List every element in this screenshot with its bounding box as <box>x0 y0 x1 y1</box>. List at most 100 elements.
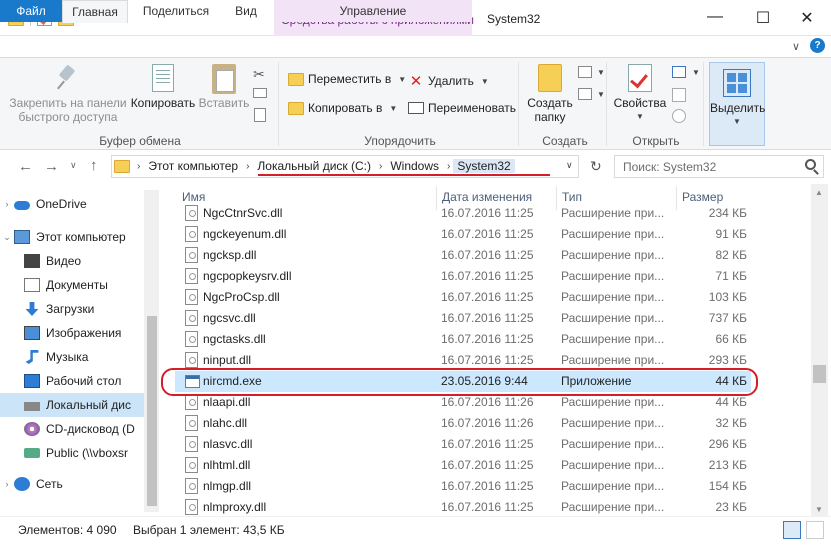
open-icon[interactable] <box>672 66 686 78</box>
copy-button[interactable]: Копировать <box>128 64 198 110</box>
table-row[interactable]: ngcsvc.dll 16.07.2016 11:25 Расширение при… <box>175 308 751 329</box>
nav-item-onedrive[interactable]: › OneDrive <box>0 192 144 216</box>
table-row[interactable]: nlmproxy.dll 16.07.2016 11:25 Расширение п… <box>175 497 751 518</box>
column-header-size[interactable]: Размер <box>682 190 723 204</box>
maximize-button[interactable]: ☐ <box>748 8 778 28</box>
table-row[interactable]: nlmgp.dll 16.07.2016 11:25 Расширение при.… <box>175 476 751 497</box>
copy-path-icon[interactable] <box>253 88 267 98</box>
search-placeholder: Поиск: System32 <box>623 160 717 174</box>
pin-icon <box>56 64 80 92</box>
dll-file-icon <box>185 331 198 347</box>
chevron-right-icon[interactable]: › <box>376 161 385 172</box>
images-icon <box>24 326 40 340</box>
breadcrumb-windows[interactable]: Windows <box>385 159 444 173</box>
group-label-clipboard: Буфер обмена <box>99 134 181 148</box>
dll-file-icon <box>185 394 198 410</box>
chevron-down-icon[interactable]: ⌄ <box>0 232 14 243</box>
breadcrumb-this-pc[interactable]: Этот компьютер <box>143 159 243 173</box>
column-header-type[interactable]: Тип <box>562 190 582 204</box>
delete-label: Удалить <box>428 74 474 88</box>
table-row[interactable]: ngctasks.dll 16.07.2016 11:25 Расширение п… <box>175 329 751 350</box>
move-to-button[interactable]: Переместить в ▼ <box>288 72 406 86</box>
dll-file-icon <box>185 436 198 452</box>
file-type: Расширение при... <box>561 290 665 304</box>
paste-shortcut-icon[interactable] <box>254 108 266 122</box>
edit-icon[interactable] <box>672 88 686 102</box>
easy-access-icon[interactable] <box>578 88 592 100</box>
nav-item-downloads[interactable]: Загрузки <box>0 297 144 321</box>
paste-button[interactable]: Вставить <box>198 64 250 110</box>
breadcrumb-system32[interactable]: System32 <box>453 159 515 173</box>
file-list-scrollbar[interactable] <box>811 184 828 516</box>
table-row[interactable]: ngcpopkeysrv.dll 16.07.2016 11:25 Расширен… <box>175 266 751 287</box>
pin-quick-access-button[interactable]: Закрепить на панели быстрого доступа <box>8 64 128 124</box>
help-icon[interactable]: ? <box>810 38 825 53</box>
address-dropdown-icon[interactable]: ∨ <box>566 160 573 171</box>
nav-item-documents[interactable]: Документы <box>0 273 144 297</box>
collapse-ribbon-button[interactable]: ∨ <box>792 40 800 53</box>
scroll-down-icon[interactable]: ▼ <box>815 505 823 514</box>
copy-to-button[interactable]: Копировать в ▼ <box>288 101 397 115</box>
chevron-right-icon[interactable]: › <box>444 161 453 172</box>
table-row[interactable]: nlhtml.dll 16.07.2016 11:25 Расширение при… <box>175 455 751 476</box>
new-item-icon[interactable] <box>578 66 592 78</box>
file-date: 16.07.2016 11:25 <box>441 458 534 472</box>
nav-item-video[interactable]: Видео <box>0 249 144 273</box>
nav-item-network[interactable]: › Сеть <box>0 472 144 496</box>
back-button[interactable]: ← <box>18 158 33 175</box>
file-list-scrollbar-thumb[interactable] <box>813 365 826 383</box>
nav-item-this-pc[interactable]: ⌄ Этот компьютер <box>0 225 144 249</box>
tab-view[interactable]: Вид <box>226 0 266 22</box>
properties-button[interactable]: Свойства ▼ <box>612 64 668 124</box>
chevron-right-icon[interactable]: › <box>0 199 14 209</box>
nav-item-music[interactable]: Музыка <box>0 345 144 369</box>
tab-file[interactable]: Файл <box>0 0 62 22</box>
nav-scrollbar-thumb[interactable] <box>147 316 157 506</box>
file-name: ngctasks.dll <box>203 332 266 346</box>
history-icon[interactable] <box>672 109 686 123</box>
details-view-icon[interactable] <box>783 521 801 539</box>
annotation-underline <box>258 174 550 176</box>
new-folder-button[interactable]: Создать папку <box>524 64 576 124</box>
table-row[interactable]: ngckeyenum.dll 16.07.2016 11:25 Расширение… <box>175 224 751 245</box>
select-button[interactable]: Выделить ▼ <box>709 62 765 146</box>
chevron-right-icon[interactable]: › <box>243 161 252 172</box>
column-header-name[interactable]: Имя <box>182 190 205 204</box>
nav-label: Public (\\vboxsr <box>46 446 129 460</box>
close-button[interactable]: ✕ <box>792 8 822 28</box>
refresh-icon[interactable]: ↻ <box>590 158 602 175</box>
table-row[interactable]: nlahc.dll 16.07.2016 11:26 Расширение при.… <box>175 413 751 434</box>
rename-button[interactable]: Переименовать <box>408 101 516 115</box>
nav-item-desktop[interactable]: Рабочий стол <box>0 369 144 393</box>
delete-button[interactable]: ✕ Удалить ▼ <box>408 72 489 90</box>
tab-manage[interactable]: Управление <box>274 0 472 22</box>
tab-share[interactable]: Поделиться <box>136 0 216 22</box>
forward-button[interactable]: → <box>44 158 59 175</box>
chevron-right-icon[interactable]: › <box>0 479 14 489</box>
search-icon[interactable] <box>805 159 816 170</box>
open-dropdown-icon[interactable]: ▼ <box>692 68 700 77</box>
tab-home[interactable]: Главная <box>62 0 128 23</box>
new-item-dropdown-icon[interactable]: ▼ <box>597 68 605 77</box>
nav-item-public-share[interactable]: Public (\\vboxsr <box>0 441 144 465</box>
large-icons-view-icon[interactable] <box>806 521 824 539</box>
nav-label: Сеть <box>36 477 63 491</box>
cut-icon[interactable]: ✂ <box>253 66 265 83</box>
scroll-up-icon[interactable]: ▲ <box>815 188 823 197</box>
nav-item-images[interactable]: Изображения <box>0 321 144 345</box>
recent-locations-icon[interactable]: ∨ <box>70 160 77 171</box>
dll-file-icon <box>185 457 198 473</box>
nav-item-cd-drive[interactable]: CD-дисковод (D <box>0 417 144 441</box>
table-row[interactable]: NgcCtnrSvc.dll 16.07.2016 11:25 Расширение… <box>175 203 751 224</box>
nav-item-local-disk[interactable]: Локальный дис <box>0 393 144 417</box>
minimize-button[interactable]: — <box>700 8 730 26</box>
table-row[interactable]: NgcProCsp.dll 16.07.2016 11:25 Расширение … <box>175 287 751 308</box>
column-header-date[interactable]: Дата изменения <box>442 190 532 204</box>
chevron-right-icon[interactable]: › <box>134 161 143 172</box>
table-row[interactable]: nlasvc.dll 16.07.2016 11:25 Расширение при… <box>175 434 751 455</box>
up-button[interactable]: ↑ <box>90 157 98 174</box>
table-row[interactable]: ngcksp.dll 16.07.2016 11:25 Расширение при… <box>175 245 751 266</box>
breadcrumb-local-disk[interactable]: Локальный диск (C:) <box>252 159 376 173</box>
status-item-count: Элементов: 4 090 <box>18 523 117 537</box>
easy-access-dropdown-icon[interactable]: ▼ <box>597 90 605 99</box>
